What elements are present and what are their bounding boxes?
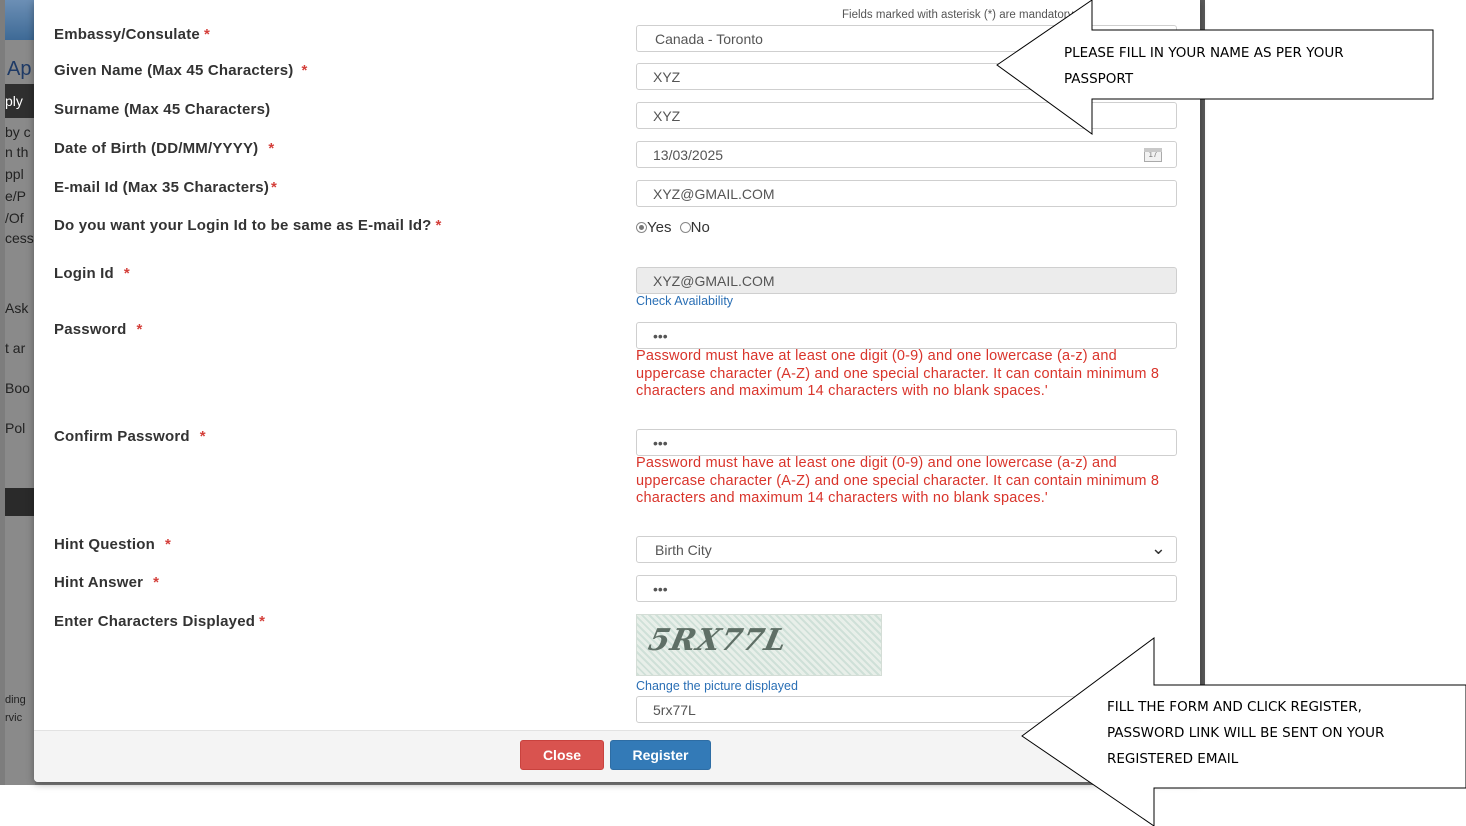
bottom-callout-line: FILL THE FORM AND CLICK REGISTER, xyxy=(1107,699,1362,715)
bottom-callout-line: PASSWORD LINK WILL BE SENT ON YOUR xyxy=(1107,725,1385,741)
bottom-callout-text: FILL THE FORM AND CLICK REGISTER, PASSWO… xyxy=(1107,694,1384,772)
top-callout-line: PLEASE FILL IN YOUR NAME AS PER YOUR xyxy=(1064,45,1344,61)
bottom-callout-line: REGISTERED EMAIL xyxy=(1107,751,1239,767)
top-callout-line: PASSPORT xyxy=(1064,71,1134,87)
top-callout-text: PLEASE FILL IN YOUR NAME AS PER YOUR PAS… xyxy=(1064,40,1344,92)
